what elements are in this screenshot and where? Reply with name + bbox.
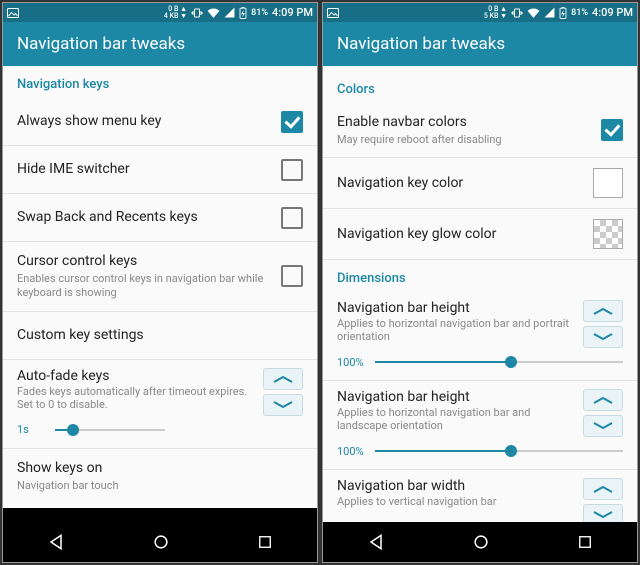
row-title: Navigation bar width (337, 478, 577, 494)
stepper-up[interactable] (583, 389, 623, 411)
section-nav-keys: Navigation keys (3, 66, 317, 98)
recents-button[interactable] (576, 533, 594, 551)
settings-list[interactable]: Navigation keys Always show menu key Hid… (3, 66, 317, 508)
slider-value: 1s (17, 423, 47, 436)
row-title: Auto-fade keys (17, 368, 257, 384)
checkbox[interactable] (281, 111, 303, 133)
slider-value: 100% (337, 445, 367, 458)
section-colors: Colors (323, 66, 637, 103)
phone-left: 0 B ▲4 KB ▼ 81% 4:09 PM Navigation bar t… (2, 2, 318, 563)
back-button[interactable] (46, 532, 66, 552)
color-swatch[interactable] (593, 168, 623, 198)
row-title: Enable navbar colors (337, 113, 593, 131)
signal-icon (544, 7, 555, 18)
checkbox[interactable] (281, 159, 303, 181)
home-button[interactable] (471, 532, 491, 552)
row-title: Navigation bar height (337, 389, 577, 405)
row-subtitle: Applies to vertical navigation bar (337, 495, 577, 508)
row-subtitle: Applies to horizontal navigation bar and… (337, 406, 577, 432)
row-enable-navbar-colors[interactable]: Enable navbar colors May require reboot … (323, 103, 637, 158)
stepper-down[interactable] (583, 326, 623, 348)
wifi-icon (207, 7, 220, 18)
stepper-down[interactable] (263, 394, 303, 416)
row-title: Navigation bar height (337, 300, 577, 316)
row-show-keys-on[interactable]: Show keys on Navigation bar touch (3, 449, 317, 503)
charging-icon (239, 7, 247, 19)
row-navbar-height-landscape[interactable]: Navigation bar height Applies to horizon… (323, 381, 637, 470)
row-custom-key-settings[interactable]: Custom key settings (3, 312, 317, 360)
slider[interactable] (55, 422, 165, 438)
slider-value: 100% (337, 356, 367, 369)
battery-percent: 81% (251, 8, 268, 18)
stepper-up[interactable] (583, 300, 623, 322)
row-title: Navigation key glow color (337, 225, 585, 243)
data-rate-down: 5 KB ▼ (484, 13, 507, 20)
stepper-up[interactable] (583, 478, 623, 500)
system-navbar (3, 522, 317, 562)
row-navbar-height-portrait[interactable]: Navigation bar height Applies to horizon… (323, 292, 637, 381)
checkbox[interactable] (601, 119, 623, 141)
slider[interactable] (375, 443, 623, 459)
row-subtitle: Applies to horizontal navigation bar and… (337, 317, 577, 343)
color-swatch[interactable] (593, 219, 623, 249)
row-cursor-control[interactable]: Cursor control keys Enables cursor contr… (3, 242, 317, 312)
battery-percent: 81% (571, 8, 588, 18)
black-spacer (3, 508, 317, 522)
status-bar: 0 B ▲4 KB ▼ 81% 4:09 PM (3, 3, 317, 22)
status-bar: 0 B ▲5 KB ▼ 81% 4:09 PM (323, 3, 637, 22)
page-title: Navigation bar tweaks (337, 34, 505, 54)
row-subtitle: May require reboot after disabling (337, 133, 593, 147)
section-dimensions: Dimensions (323, 260, 637, 292)
row-title: Navigation key color (337, 174, 585, 192)
settings-list[interactable]: Colors Enable navbar colors May require … (323, 66, 637, 522)
checkbox[interactable] (281, 207, 303, 229)
clock: 4:09 PM (592, 6, 633, 19)
app-bar: Navigation bar tweaks (3, 22, 317, 66)
row-title: Always show menu key (17, 112, 273, 130)
row-title: Hide IME switcher (17, 160, 273, 178)
row-title: Custom key settings (17, 326, 295, 344)
signal-icon (224, 7, 235, 18)
charging-icon (559, 7, 567, 19)
stepper-down[interactable] (583, 415, 623, 437)
row-swap-back-recents[interactable]: Swap Back and Recents keys (3, 194, 317, 242)
stepper-down[interactable] (583, 504, 623, 522)
row-subtitle: Enables cursor control keys in navigatio… (17, 272, 273, 301)
image-icon (7, 8, 19, 18)
stepper-up[interactable] (263, 368, 303, 390)
home-button[interactable] (151, 532, 171, 552)
row-title: Show keys on (17, 459, 295, 477)
vibrate-icon (511, 7, 523, 19)
phone-right: 0 B ▲5 KB ▼ 81% 4:09 PM Navigation bar t… (322, 2, 638, 563)
vibrate-icon (191, 7, 203, 19)
image-icon (327, 8, 339, 18)
clock: 4:09 PM (272, 6, 313, 19)
row-nav-key-color[interactable]: Navigation key color (323, 158, 637, 209)
wifi-icon (527, 7, 540, 18)
row-always-show-menu[interactable]: Always show menu key (3, 98, 317, 146)
row-hide-ime[interactable]: Hide IME switcher (3, 146, 317, 194)
row-auto-fade[interactable]: Auto-fade keys Fades keys automatically … (3, 360, 317, 449)
data-rate-down: 4 KB ▼ (164, 13, 187, 20)
row-subtitle: Fades keys automatically after timeout e… (17, 385, 257, 411)
back-button[interactable] (366, 532, 386, 552)
page-title: Navigation bar tweaks (17, 34, 185, 54)
row-title: Swap Back and Recents keys (17, 208, 273, 226)
recents-button[interactable] (256, 533, 274, 551)
row-nav-key-glow-color[interactable]: Navigation key glow color (323, 209, 637, 260)
system-navbar (323, 522, 637, 562)
row-navbar-width[interactable]: Navigation bar width Applies to vertical… (323, 470, 637, 522)
slider[interactable] (375, 354, 623, 370)
app-bar: Navigation bar tweaks (323, 22, 637, 66)
checkbox[interactable] (281, 265, 303, 287)
row-title: Cursor control keys (17, 252, 273, 270)
row-subtitle: Navigation bar touch (17, 479, 295, 493)
